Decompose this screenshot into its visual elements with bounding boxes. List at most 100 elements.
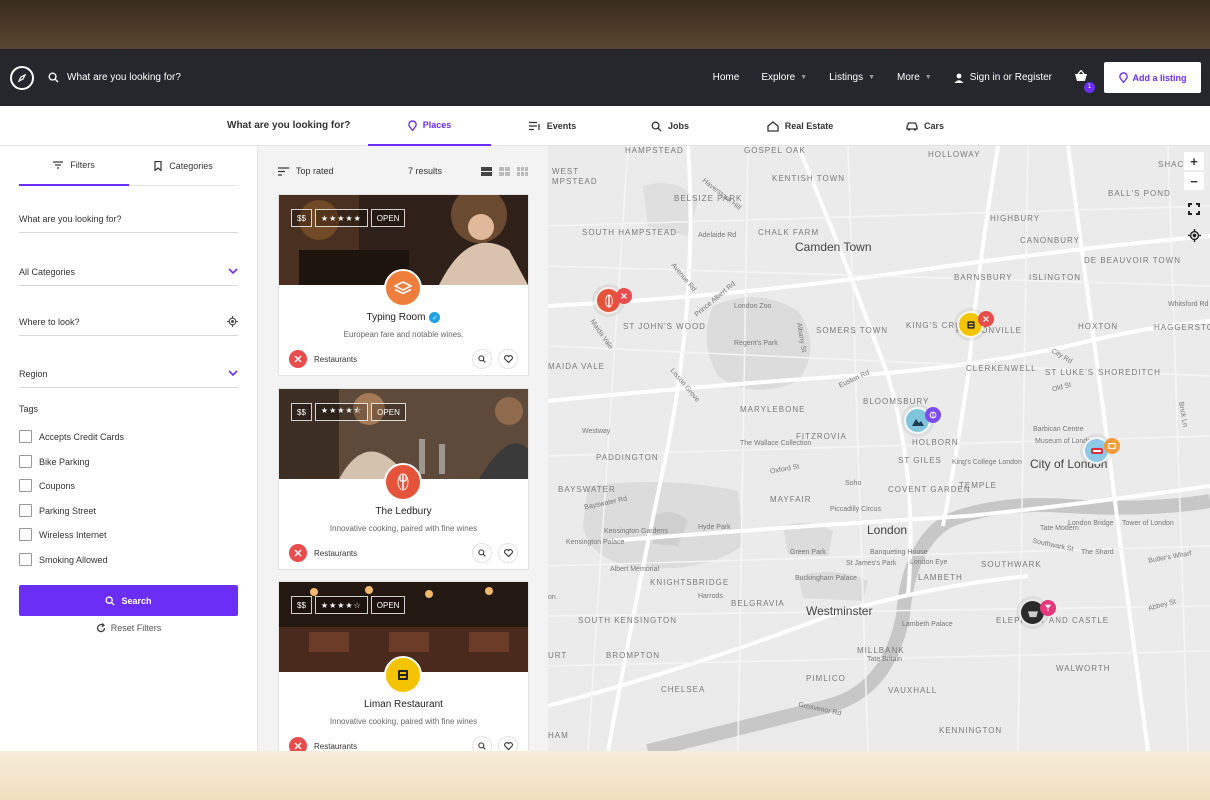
listing-card[interactable]: $$ ★★★★★ OPEN Typing Room ✓ European fare… bbox=[278, 194, 529, 376]
map-label: KENTISH TOWN bbox=[772, 174, 846, 183]
map-marker-icon bbox=[407, 119, 417, 131]
map-view[interactable]: HAMPSTEAD GOSPEL OAK HOLLOWAY SHACKL WES… bbox=[548, 146, 1210, 751]
sidebar-tabs: Filters Categories bbox=[19, 146, 238, 186]
listing-card[interactable]: $$ ★★★★☆ OPEN Liman Restaurant Innovativ… bbox=[278, 581, 529, 751]
sort-dropdown[interactable]: Top rated bbox=[278, 166, 334, 176]
fullscreen-icon[interactable] bbox=[1184, 199, 1204, 218]
street-label: Soho bbox=[845, 480, 862, 487]
keyword-field[interactable]: What are you looking for? bbox=[19, 205, 238, 233]
search-button[interactable]: Search bbox=[19, 585, 238, 616]
reset-filters-button[interactable]: Reset Filters bbox=[19, 623, 238, 633]
listing-title[interactable]: Typing Room ✓ bbox=[279, 312, 528, 323]
heart-icon[interactable] bbox=[498, 543, 518, 563]
region-select[interactable]: Region bbox=[19, 360, 238, 388]
listing-footer: Restaurants bbox=[289, 543, 518, 563]
tab-events[interactable]: Events bbox=[500, 106, 605, 146]
sign-in-link[interactable]: Sign in or Register bbox=[954, 72, 1052, 83]
tab-real-estate[interactable]: Real Estate bbox=[740, 106, 860, 146]
location-field[interactable]: Where to look? bbox=[19, 308, 238, 336]
grid-compact-icon[interactable] bbox=[517, 166, 528, 176]
list-view-icon[interactable] bbox=[481, 166, 492, 176]
listing-title[interactable]: The Ledbury bbox=[279, 506, 528, 517]
street-label: St James's Park bbox=[846, 560, 897, 567]
sidebar-tab-filters[interactable]: Filters bbox=[19, 146, 129, 186]
checkbox[interactable] bbox=[19, 479, 32, 492]
nav-more[interactable]: More ▼ bbox=[897, 72, 932, 83]
tab-places[interactable]: Places bbox=[368, 106, 491, 146]
nav-listings[interactable]: Listings ▼ bbox=[829, 72, 875, 83]
checkbox[interactable] bbox=[19, 553, 32, 566]
grid-view-icon[interactable] bbox=[499, 166, 510, 176]
zoom-in-button[interactable]: + bbox=[1184, 152, 1204, 171]
nav-explore[interactable]: Explore ▼ bbox=[761, 72, 807, 83]
checkbox[interactable] bbox=[19, 430, 32, 443]
tag-label: Wireless Internet bbox=[39, 529, 107, 540]
checkbox[interactable] bbox=[19, 504, 32, 517]
listing-actions bbox=[472, 349, 518, 369]
heart-icon[interactable] bbox=[498, 736, 518, 751]
map-label: CHALK FARM bbox=[758, 228, 820, 237]
listing-category[interactable]: Restaurants bbox=[314, 742, 357, 751]
tag-checkbox[interactable]: Accepts Credit Cards bbox=[19, 430, 124, 443]
quick-view-icon[interactable] bbox=[472, 543, 492, 563]
map-label: HOLBORN bbox=[912, 438, 959, 447]
street-label: London Bridge bbox=[1068, 520, 1114, 527]
nav-home-label: Home bbox=[712, 72, 740, 83]
tag-checkbox[interactable]: Bike Parking bbox=[19, 455, 90, 468]
street-label: Regent's Park bbox=[734, 340, 778, 347]
category-select[interactable]: All Categories bbox=[19, 258, 238, 286]
street-label: Kensington Gardens bbox=[604, 528, 668, 535]
tag-checkbox[interactable]: Smoking Allowed bbox=[19, 553, 108, 566]
map-label: BROMPTON bbox=[606, 651, 661, 660]
sidebar-tab-categories[interactable]: Categories bbox=[129, 146, 238, 186]
checkbox[interactable] bbox=[19, 455, 32, 468]
listing-actions bbox=[472, 543, 518, 563]
search-icon bbox=[651, 121, 662, 132]
map-label: COVENT GARDEN bbox=[888, 485, 971, 494]
map-label: KING'S CROSS bbox=[906, 321, 976, 330]
refresh-icon bbox=[96, 623, 105, 633]
tab-real-estate-label: Real Estate bbox=[784, 121, 834, 131]
map-label: BARNSBURY bbox=[954, 273, 1013, 282]
tab-cars[interactable]: Cars bbox=[880, 106, 970, 146]
map-pin-category-icon bbox=[925, 407, 941, 423]
search-icon bbox=[48, 72, 59, 83]
heart-icon[interactable] bbox=[498, 349, 518, 369]
map-label: SHOREDITCH bbox=[1098, 368, 1161, 377]
checkbox[interactable] bbox=[19, 528, 32, 541]
nav-links: Home Explore ▼ Listings ▼ More ▼ Sign in or… bbox=[713, 49, 1210, 106]
add-listing-button[interactable]: Add a listing bbox=[1104, 62, 1201, 93]
listing-category[interactable]: Restaurants bbox=[314, 355, 357, 364]
tab-jobs[interactable]: Jobs bbox=[620, 106, 720, 146]
listing-title[interactable]: Liman Restaurant bbox=[279, 699, 528, 710]
my-location-icon[interactable] bbox=[1184, 226, 1204, 245]
playlist-icon bbox=[528, 121, 541, 131]
map-label: SOUTH HAMPSTEAD bbox=[582, 228, 678, 237]
tag-checkbox[interactable]: Wireless Internet bbox=[19, 528, 107, 541]
user-icon bbox=[954, 73, 964, 83]
locate-icon[interactable] bbox=[227, 316, 238, 327]
quick-view-icon[interactable] bbox=[472, 736, 492, 751]
layers-icon bbox=[394, 281, 412, 295]
price-badge: $$ bbox=[291, 596, 312, 614]
listing-badges: $$ ★★★★☆ OPEN bbox=[291, 596, 406, 614]
fork-icon bbox=[397, 473, 409, 491]
street-label: Green Park bbox=[790, 549, 826, 556]
listing-category[interactable]: Restaurants bbox=[314, 549, 357, 558]
nav-search-input[interactable] bbox=[67, 72, 267, 83]
listing-card[interactable]: $$ ★★★★⯪ OPEN The Ledbury Innovative coo… bbox=[278, 388, 529, 570]
cart-button[interactable]: 1 bbox=[1074, 69, 1095, 93]
zoom-out-button[interactable]: − bbox=[1184, 172, 1204, 191]
price-badge: $$ bbox=[291, 209, 312, 227]
chevron-down-icon: ▼ bbox=[868, 74, 875, 81]
sidebar-tab-categories-label: Categories bbox=[169, 161, 213, 171]
quick-view-icon[interactable] bbox=[472, 349, 492, 369]
tag-checkbox[interactable]: Parking Street bbox=[19, 504, 96, 517]
car-icon bbox=[906, 121, 918, 131]
nav-home[interactable]: Home bbox=[713, 72, 740, 83]
tag-checkbox[interactable]: Coupons bbox=[19, 479, 75, 492]
map-label: SOMERS TOWN bbox=[816, 326, 889, 335]
listing-name: Typing Room bbox=[366, 312, 426, 323]
compass-logo-icon[interactable] bbox=[10, 65, 34, 90]
rating-stars: ★★★★☆ bbox=[314, 596, 368, 614]
